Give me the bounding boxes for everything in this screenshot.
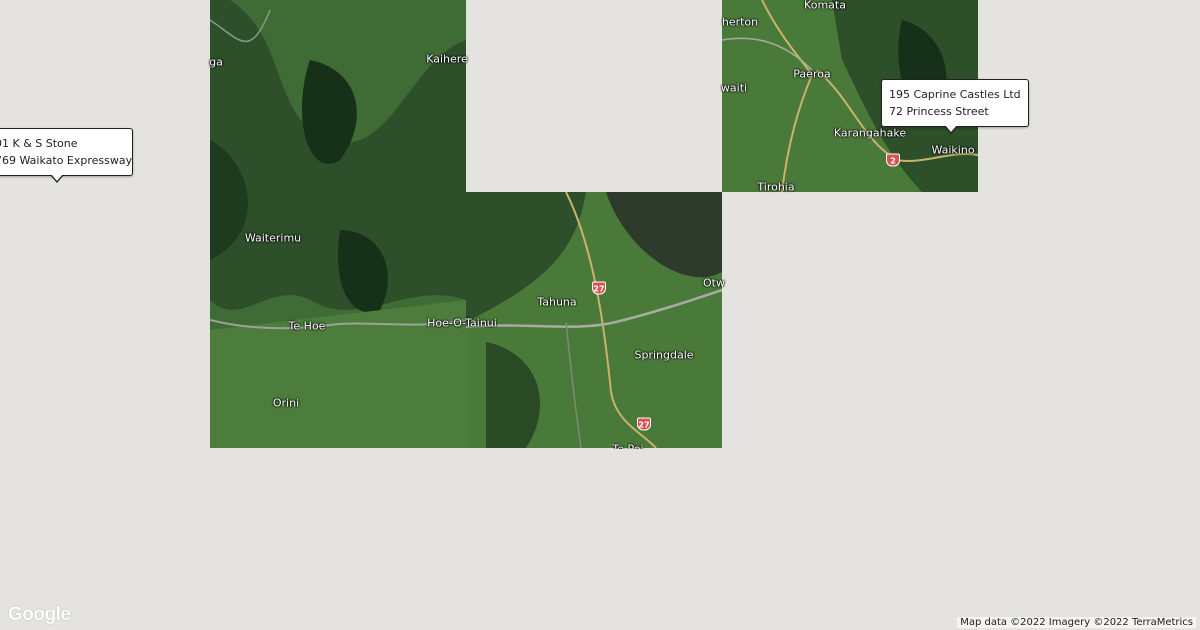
callout-address: 769 Waikato Expressway xyxy=(0,154,133,167)
place-label: Komata xyxy=(804,0,846,12)
callout-pointer xyxy=(50,174,64,183)
place-label: waiti xyxy=(720,81,748,95)
location-callout[interactable]: 195 Caprine Castles Ltd 72 Princess Stre… xyxy=(881,79,1029,134)
place-label: Te Hoe xyxy=(288,319,326,333)
map-attribution[interactable]: Map data ©2022 Imagery ©2022 TerraMetric… xyxy=(957,617,1196,628)
route-shield: 27 xyxy=(637,417,651,431)
place-label: Tirohia xyxy=(757,180,795,194)
place-label: Waiterimu xyxy=(244,231,302,245)
route-shield: 27 xyxy=(592,281,606,295)
place-label: Otw xyxy=(703,276,725,290)
place-label: Kaihere xyxy=(426,52,468,66)
map-canvas[interactable]: Komata herton Paeroa waiti Karangahake W… xyxy=(0,0,1200,630)
place-label: Orini xyxy=(272,396,300,410)
place-label: ga xyxy=(209,55,223,69)
satellite-tile xyxy=(466,192,722,448)
place-label: Hoe-O-Tainui xyxy=(427,316,497,330)
place-label: Paeroa xyxy=(793,67,831,81)
callout-name: 195 Caprine Castles Ltd xyxy=(889,88,1021,101)
satellite-tile xyxy=(210,0,466,448)
place-label: Te Poi xyxy=(612,442,644,456)
location-callout[interactable]: 01 K & S Stone 769 Waikato Expressway xyxy=(0,128,133,183)
place-label: herton xyxy=(721,15,759,29)
google-logo[interactable]: Google xyxy=(8,604,71,626)
place-label: Springdale xyxy=(634,348,694,362)
place-label: Karangahake xyxy=(833,126,907,140)
place-label: Waikino xyxy=(931,143,975,157)
place-label: Tahuna xyxy=(537,295,577,309)
callout-address: 72 Princess Street xyxy=(889,105,989,118)
callout-name: 01 K & S Stone xyxy=(0,137,78,150)
route-shield: 2 xyxy=(886,153,900,167)
callout-pointer xyxy=(944,125,958,134)
